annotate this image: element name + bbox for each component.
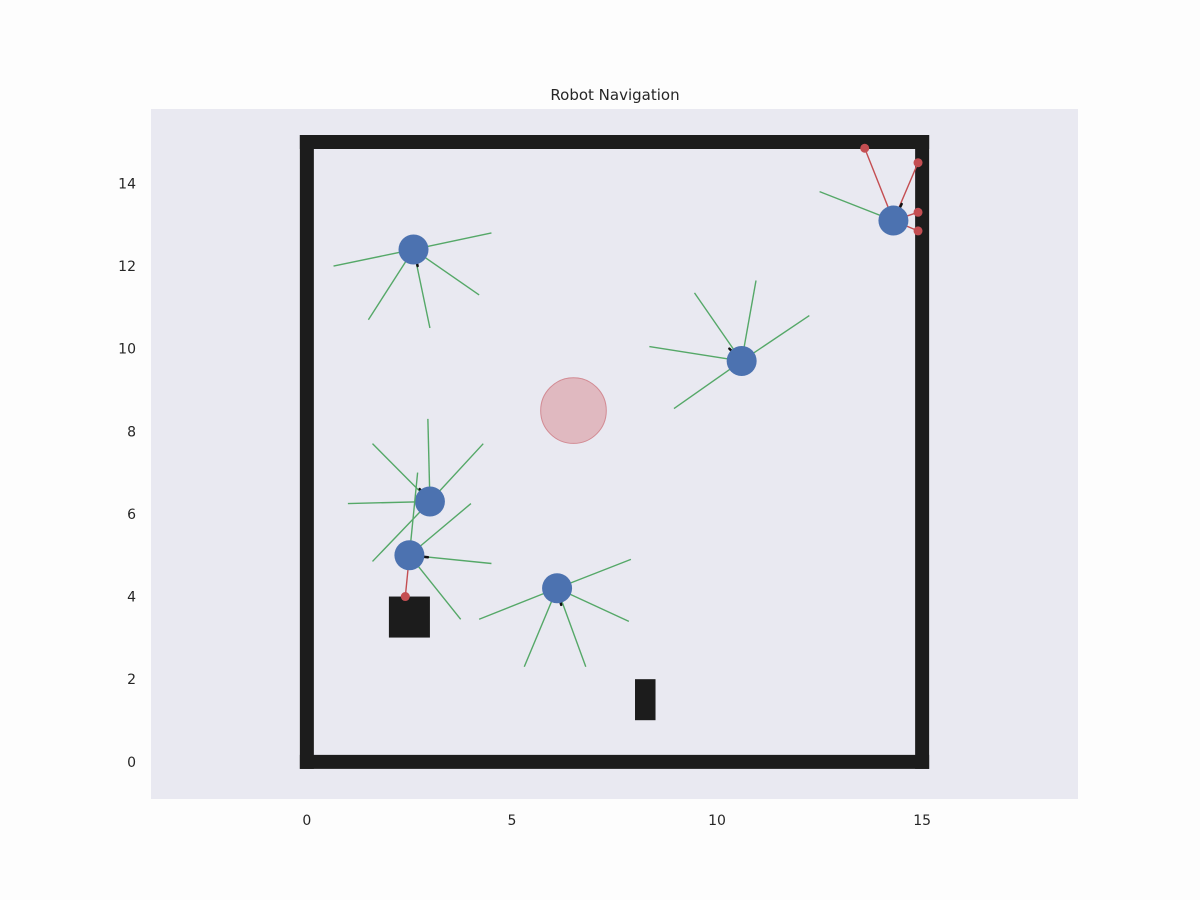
- y-tick-label: 12: [118, 259, 136, 275]
- chart-title: Robot Navigation: [550, 86, 679, 104]
- axes-background: [151, 109, 1078, 799]
- x-tick-labels: 0 5 10 15: [302, 813, 931, 829]
- obstacle-1: [635, 679, 656, 721]
- obstacle-0: [388, 596, 430, 638]
- robot-2-sensor-1-hit: [860, 143, 870, 153]
- robot-4-body: [394, 540, 425, 571]
- y-tick-label: 8: [127, 424, 136, 440]
- y-tick-label: 2: [127, 672, 136, 688]
- x-tick-label: 10: [708, 813, 726, 829]
- y-tick-label: 4: [127, 590, 136, 606]
- robot-0-body: [398, 234, 429, 265]
- goal-circle: [540, 377, 607, 444]
- y-tick-label: 14: [118, 176, 136, 192]
- y-tick-label: 0: [127, 755, 136, 771]
- x-tick-label: 0: [302, 813, 311, 829]
- y-tick-label: 6: [127, 507, 136, 523]
- y-tick-labels: 0 2 4 6 8 10 12 14: [118, 176, 136, 770]
- robot-3-body: [414, 486, 445, 517]
- robot-2-sensor-0-hit: [913, 158, 923, 168]
- robot-2-sensor-2-hit: [913, 207, 923, 217]
- x-tick-label: 15: [913, 813, 931, 829]
- goal: [540, 377, 607, 444]
- x-tick-label: 5: [507, 813, 516, 829]
- robot-2-body: [878, 205, 909, 236]
- robot-2-sensor-3-hit: [913, 226, 923, 236]
- y-tick-label: 10: [118, 342, 136, 358]
- robot-4-sensor-2-hit: [400, 592, 410, 602]
- robot-5-body: [542, 573, 573, 604]
- robot-navigation-figure: Robot Navigation 0 5 10 15 0 2 4 6 8 10 12 14: [118, 86, 1078, 829]
- robot-1-body: [726, 346, 757, 377]
